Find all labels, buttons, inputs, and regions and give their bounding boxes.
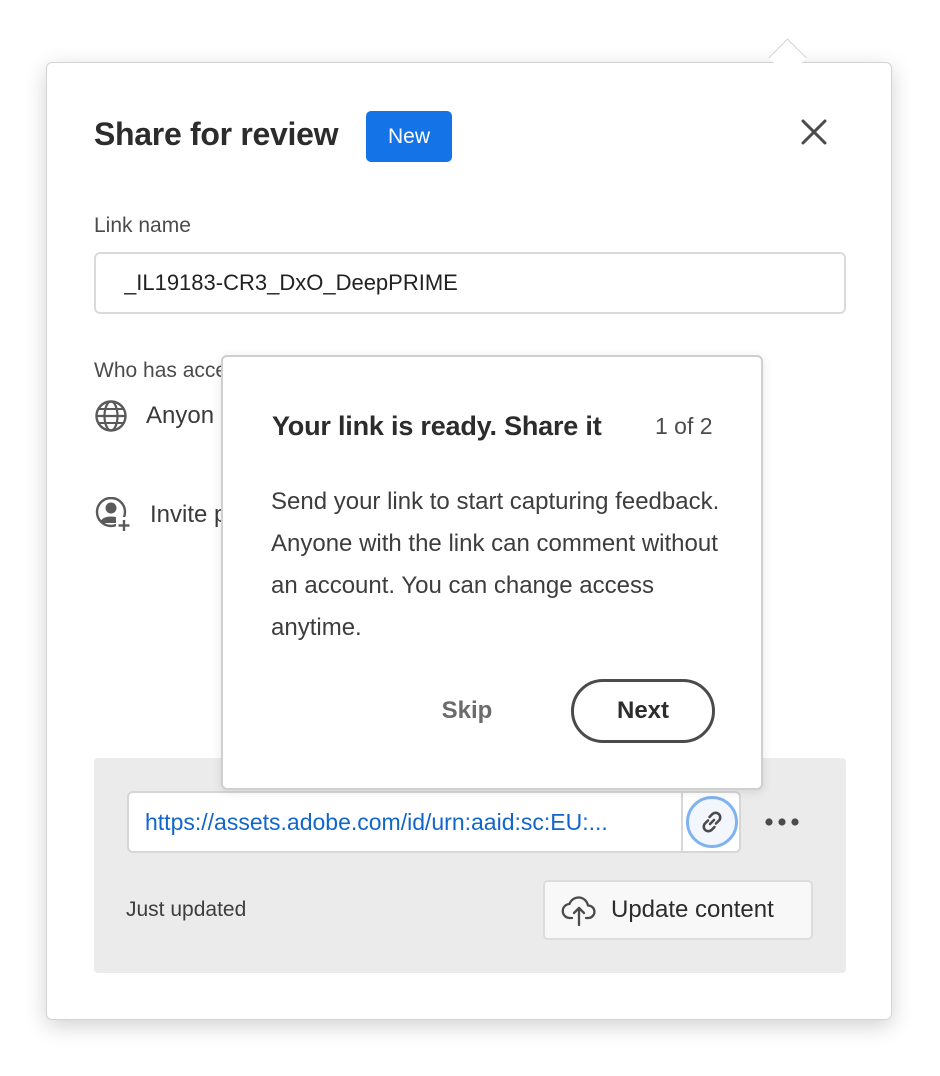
coachmark-step: 1 of 2: [655, 413, 713, 439]
share-url-field[interactable]: https://assets.adobe.com/id/urn:aaid:sc:…: [127, 791, 741, 853]
update-content-button[interactable]: Update content: [543, 880, 813, 940]
stage: Share for review New Link name Who has a…: [0, 0, 940, 1076]
update-content-label: Update content: [611, 896, 774, 923]
coachmark-body: Send your link to start capturing feedba…: [271, 488, 720, 641]
cloud-upload-icon: [561, 896, 596, 926]
next-button[interactable]: Next: [571, 679, 715, 743]
link-icon: [702, 811, 722, 833]
access-option[interactable]: Anyon: [94, 399, 214, 433]
coachmark-title: Your link is ready. Share it: [272, 411, 602, 441]
more-icon: [765, 818, 799, 826]
share-url[interactable]: https://assets.adobe.com/id/urn:aaid:sc:…: [145, 793, 675, 851]
globe-icon: [95, 400, 127, 432]
close-icon: [801, 119, 827, 145]
skip-button[interactable]: Skip: [431, 679, 503, 743]
link-name-label: Link name: [94, 214, 191, 237]
dialog-title: Share for review: [94, 116, 339, 152]
more-options-button[interactable]: [762, 806, 802, 838]
invite-label: Invite p: [150, 501, 228, 528]
add-person-icon: [95, 497, 132, 533]
access-option-label: Anyon: [146, 402, 215, 429]
update-status: Just updated: [126, 898, 247, 921]
link-name-input[interactable]: [94, 252, 846, 314]
close-button[interactable]: [796, 114, 832, 150]
access-label: Who has acce: [94, 359, 228, 382]
copy-link-button[interactable]: [681, 791, 741, 853]
invite-people[interactable]: Invite p: [94, 497, 227, 533]
coachmark-popover: Your link is ready. Share it 1 of 2 Send…: [221, 355, 763, 790]
new-badge: New: [366, 111, 452, 162]
